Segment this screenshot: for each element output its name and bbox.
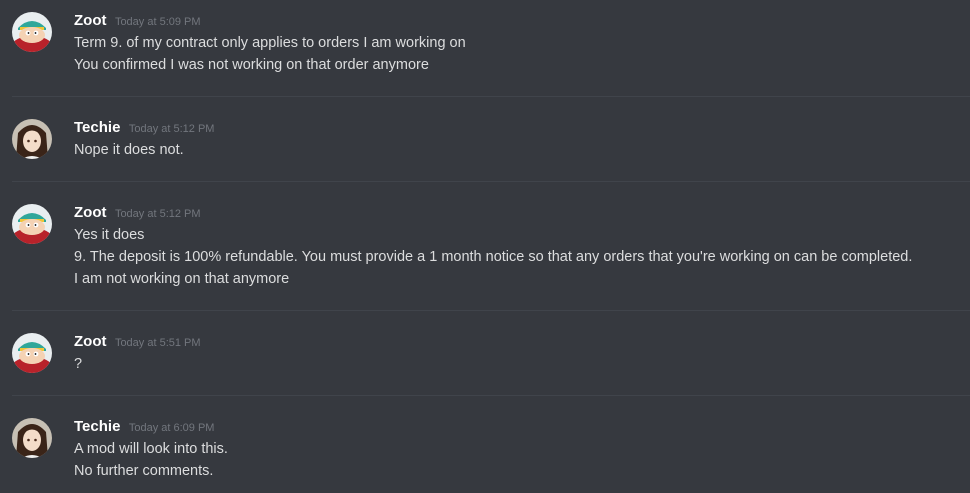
message-header: Zoot Today at 5:12 PM: [74, 204, 201, 223]
message-header: Techie Today at 5:12 PM: [74, 119, 214, 138]
message-line: ?: [74, 356, 83, 372]
message-content: Yes it does 9. The deposit is 100% refun…: [74, 224, 912, 290]
message-header: Zoot Today at 5:09 PM: [74, 12, 201, 31]
message-line: Nope it does not.: [74, 142, 184, 158]
message-content: A mod will look into this. No further co…: [74, 438, 228, 482]
message-content: Nope it does not.: [74, 139, 184, 161]
username[interactable]: Zoot: [74, 333, 106, 350]
anime-girl-avatar-icon[interactable]: [12, 119, 52, 159]
chat-messages: Zoot Today at 5:09 PM Term 9. of my cont…: [0, 0, 970, 493]
timestamp: Today at 5:51 PM: [114, 337, 201, 349]
anime-girl-avatar-icon[interactable]: [12, 418, 52, 458]
message-line: 9. The deposit is 100% refundable. You m…: [74, 249, 913, 265]
message-line: Term 9. of my contract only applies to o…: [74, 35, 466, 51]
message-divider: [12, 181, 970, 182]
message-line: You confirmed I was not working on that …: [74, 57, 429, 73]
message-line: No further comments.: [74, 463, 214, 479]
message-header: Zoot Today at 5:51 PM: [74, 333, 201, 352]
message-content: ?: [74, 353, 82, 375]
timestamp: Today at 6:09 PM: [128, 422, 215, 434]
message-line: Yes it does: [74, 227, 145, 243]
cartman-avatar-icon[interactable]: [12, 204, 52, 244]
timestamp: Today at 5:12 PM: [114, 208, 201, 220]
username[interactable]: Techie: [74, 119, 120, 136]
message-divider: [12, 395, 970, 396]
timestamp: Today at 5:09 PM: [114, 16, 201, 28]
cartman-avatar-icon[interactable]: [12, 12, 52, 52]
username[interactable]: Zoot: [74, 12, 106, 29]
username[interactable]: Techie: [74, 418, 120, 435]
message-divider: [12, 96, 970, 97]
message-header: Techie Today at 6:09 PM: [74, 418, 214, 437]
message-content: Term 9. of my contract only applies to o…: [74, 32, 466, 76]
timestamp: Today at 5:12 PM: [128, 123, 215, 135]
username[interactable]: Zoot: [74, 204, 106, 221]
message-line: A mod will look into this.: [74, 441, 228, 457]
message-divider: [12, 310, 970, 311]
cartman-avatar-icon[interactable]: [12, 333, 52, 373]
message-line: I am not working on that anymore: [74, 271, 290, 287]
